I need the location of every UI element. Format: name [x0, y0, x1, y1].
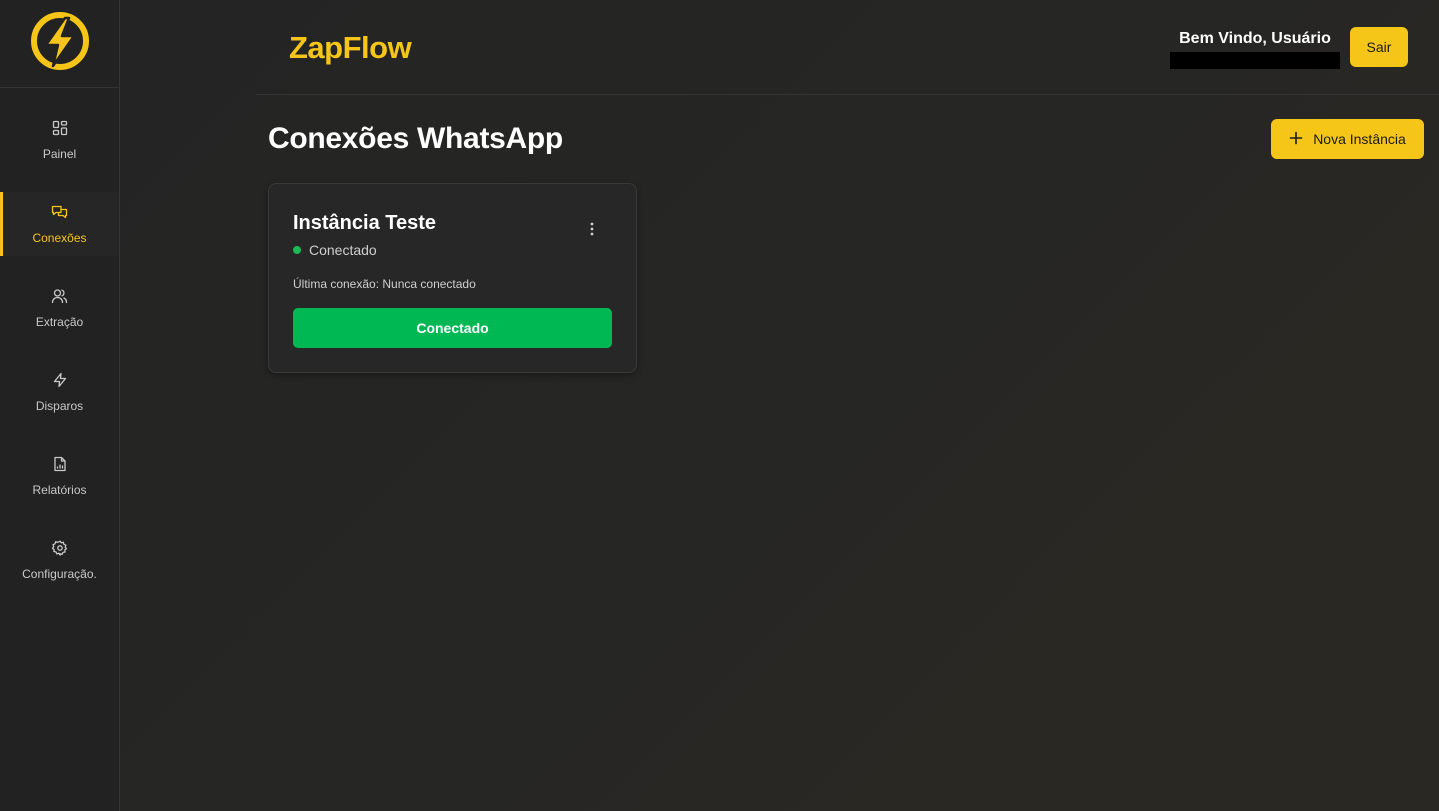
instance-name: Instância Teste	[293, 212, 437, 234]
sidebar-item-label: Relatórios	[32, 483, 87, 497]
gear-icon	[51, 539, 69, 557]
sidebar: Painel Conexões Extração Disparos Relató…	[0, 0, 120, 811]
logo-area	[0, 0, 119, 88]
chat-bubbles-icon	[51, 203, 69, 221]
plus-icon	[1289, 131, 1303, 148]
instance-status: Conectado	[293, 242, 377, 258]
status-text: Conectado	[309, 242, 377, 258]
sidebar-item-label: Configuração.	[22, 567, 97, 581]
connection-status-button[interactable]: Conectado	[293, 308, 612, 348]
user-greeting: Bem Vindo, Usuário	[1170, 30, 1340, 69]
sidebar-nav: Painel Conexões Extração Disparos Relató…	[0, 88, 119, 592]
sidebar-item-label: Conexões	[32, 231, 87, 245]
logout-button[interactable]: Sair	[1350, 27, 1408, 67]
sidebar-item-painel[interactable]: Painel	[0, 108, 119, 172]
sidebar-item-label: Disparos	[35, 399, 84, 413]
brand-name: ZapFlow	[289, 30, 412, 65]
sidebar-item-configuracao[interactable]: Configuração.	[0, 528, 119, 592]
sidebar-item-relatorios[interactable]: Relatórios	[0, 444, 119, 508]
users-icon	[51, 287, 69, 305]
instance-card: Instância Teste Conectado Última conexão…	[268, 183, 637, 373]
sidebar-item-extracao[interactable]: Extração	[0, 276, 119, 340]
sidebar-item-label: Extração	[35, 315, 84, 329]
welcome-text: Bem Vindo, Usuário	[1179, 30, 1331, 47]
status-dot-icon	[293, 246, 301, 254]
more-options-icon[interactable]	[582, 220, 602, 238]
new-instance-button[interactable]: Nova Instância	[1271, 119, 1424, 159]
sidebar-item-disparos[interactable]: Disparos	[0, 360, 119, 424]
top-header: ZapFlow Bem Vindo, Usuário Sair	[256, 0, 1439, 95]
file-chart-icon	[51, 455, 69, 473]
app-root: Painel Conexões Extração Disparos Relató…	[0, 0, 1439, 811]
new-instance-label: Nova Instância	[1313, 131, 1406, 147]
redacted-email	[1170, 52, 1340, 69]
sidebar-item-label: Painel	[42, 147, 77, 161]
last-connection-text: Última conexão: Nunca conectado	[293, 277, 476, 291]
sidebar-item-conexoes[interactable]: Conexões	[0, 192, 119, 256]
grid-icon	[51, 119, 69, 137]
lightning-bolt-circle-icon[interactable]	[29, 10, 91, 77]
zap-icon	[51, 371, 69, 389]
page-title: Conexões WhatsApp	[268, 122, 563, 155]
